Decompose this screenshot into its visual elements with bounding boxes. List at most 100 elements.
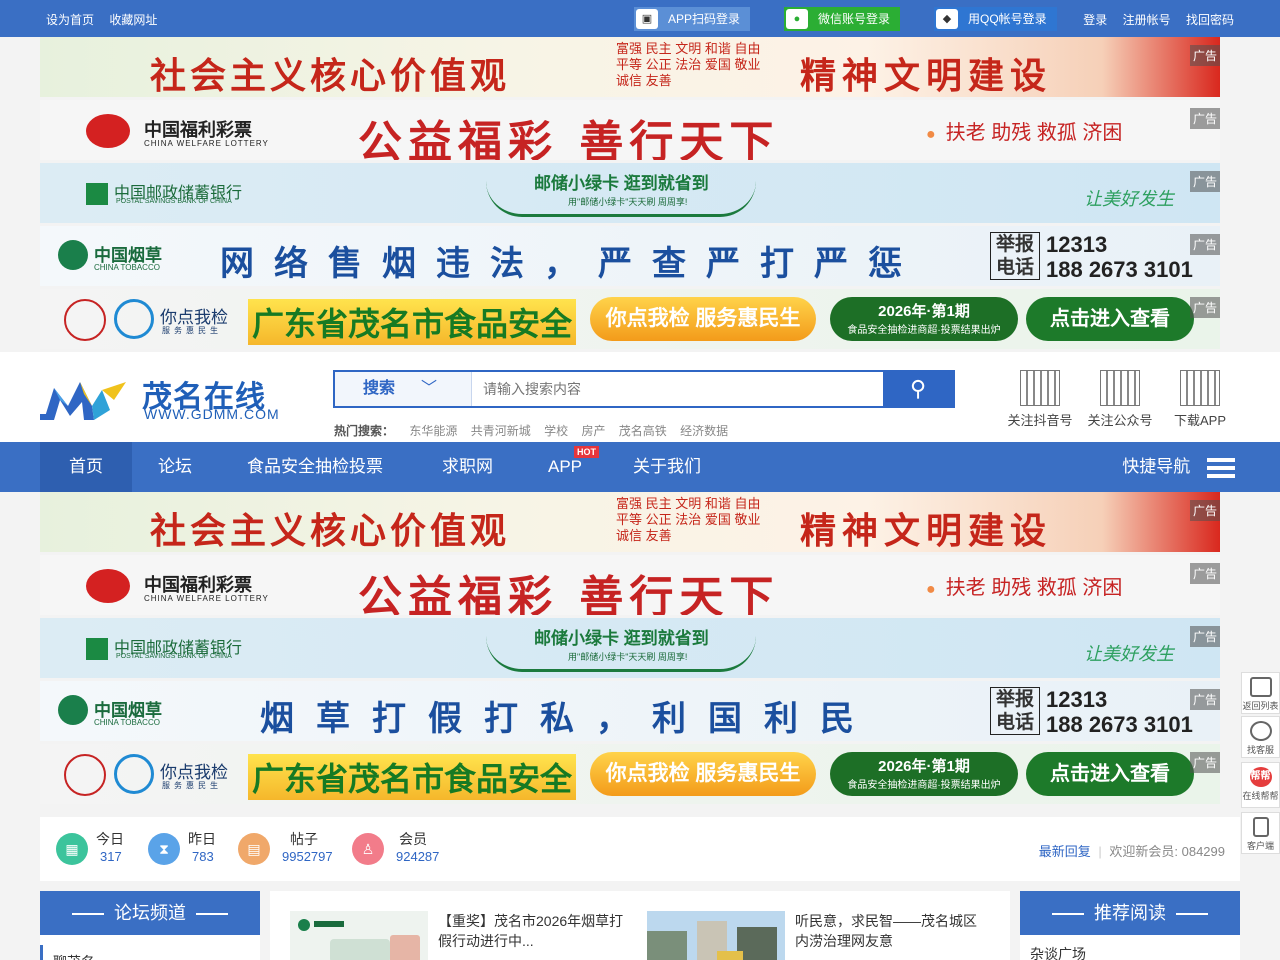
- document-icon: ▤: [238, 833, 270, 865]
- hot-search-item[interactable]: 茂名高铁: [619, 424, 667, 438]
- ad-tag: 广告: [1189, 45, 1220, 66]
- customer-service-button[interactable]: 找客服: [1241, 716, 1280, 758]
- set-home-link[interactable]: 设为首页: [46, 13, 94, 27]
- nav-forum[interactable]: 论坛: [158, 442, 192, 492]
- food-issue: 2026年·第1期 食品安全抽检进商超·投票结果出炉: [830, 297, 1018, 341]
- ad-tag: 广告: [1189, 297, 1220, 318]
- food-brand-sub: 服务惠民生: [162, 781, 222, 790]
- food-brand-sub: 服务惠民生: [162, 326, 222, 335]
- search-category-select[interactable]: 搜索 ﹀: [335, 372, 472, 406]
- lottery-right-text: 扶老 助残 救孤 济困: [926, 571, 1123, 600]
- qr-code-icon: [1180, 370, 1220, 406]
- list-icon: [1249, 677, 1272, 697]
- tobacco-slogan-2: 烟草打假打私，利国利民: [260, 700, 876, 738]
- tobacco-en: CHINA TOBACCO: [94, 718, 160, 727]
- side-label: 返回列表: [1242, 701, 1279, 711]
- hot-search-item[interactable]: 东华能源: [409, 424, 457, 438]
- login-link[interactable]: 登录: [1083, 13, 1107, 27]
- ad-welfare-lottery[interactable]: 中国福利彩票 CHINA WELFARE LOTTERY 公益福彩 善行天下 扶…: [40, 100, 1220, 160]
- hot-search-item[interactable]: 学校: [544, 424, 568, 438]
- hand-icon: [114, 754, 154, 794]
- qq-login-button[interactable]: ◆ 用QQ帐号登录: [934, 7, 1057, 31]
- nav-food-vote[interactable]: 食品安全抽检投票: [247, 442, 383, 492]
- news-thumbnail[interactable]: [647, 911, 785, 960]
- nav-about[interactable]: 关于我们: [633, 442, 701, 492]
- news-thumbnail[interactable]: [290, 911, 428, 960]
- search-button[interactable]: ⚲: [883, 372, 953, 406]
- stat-label: 帖子: [290, 831, 318, 847]
- ad-tag: 广告: [1189, 563, 1220, 584]
- postal-en: POSTAL SAVINGS BANK OF CHINA: [116, 653, 232, 660]
- search-input[interactable]: [475, 372, 883, 406]
- nav-home[interactable]: 首页: [40, 442, 132, 492]
- qq-login-label: 用QQ帐号登录: [968, 12, 1047, 26]
- postal-sub: 用"邮储小绿卡"天天刷 周周享!: [568, 652, 688, 662]
- channel-item[interactable]: 聊茂名: [40, 945, 260, 960]
- ad-china-tobacco-2[interactable]: 中国烟草 CHINA TOBACCO 烟草打假打私，利国利民 举报电话 1231…: [40, 681, 1220, 741]
- lottery-slogan: 公益福彩 善行天下: [358, 572, 780, 615]
- tobacco-tel: 12313 188 2673 3101: [1046, 232, 1193, 282]
- wechat-login-label: 微信账号登录: [818, 12, 891, 26]
- seal-icon: [64, 754, 106, 796]
- menu-icon: [1207, 457, 1235, 478]
- ad-values-slogan: 社会主义核心价值观: [150, 55, 511, 97]
- hourglass-icon: ⧗: [148, 833, 180, 865]
- ad-china-tobacco[interactable]: 中国烟草 CHINA TOBACCO 网络售烟违法，严查严打严惩 举报电话 12…: [40, 226, 1220, 286]
- calendar-icon: ▦: [56, 833, 88, 865]
- hand-icon: [114, 299, 154, 339]
- client-app-button[interactable]: 客户端: [1241, 812, 1280, 854]
- divider: |: [1098, 844, 1102, 859]
- douyin-qr[interactable]: 关注抖音号: [1004, 370, 1076, 429]
- search-category-label: 搜索: [363, 380, 396, 397]
- tobacco-slogan: 网络售烟违法，严查严打严惩: [220, 245, 922, 283]
- tobacco-logo-icon: [58, 240, 88, 270]
- ad-core-values-2[interactable]: 社会主义核心价值观 富强 民主 文明 和谐 自由 平等 公正 法治 爱国 敬业 …: [40, 492, 1220, 552]
- hot-search-label: 热门搜索：: [334, 424, 395, 438]
- news-title[interactable]: 听民意，求民智——茂名城区内涝治理网友意: [795, 911, 985, 951]
- ad-food-safety[interactable]: 你点我检 服务惠民生 广东省茂名市食品安全 你点我检 服务惠民生 2026年·第…: [40, 289, 1220, 349]
- hot-search-item[interactable]: 共青河新城: [471, 424, 531, 438]
- food-view-button[interactable]: 点击进入查看: [1026, 297, 1194, 341]
- content-columns: 论坛频道 聊茂名 【重奖】茂名市2026年烟草打假行动进行中... 听民意，求民…: [0, 891, 1280, 960]
- side-label: 找客服: [1246, 745, 1274, 755]
- download-app-qr[interactable]: 下载APP: [1164, 370, 1236, 429]
- tobacco-logo-icon: [58, 695, 88, 725]
- online-help-button[interactable]: 帮帮 在线帮帮: [1241, 762, 1280, 808]
- back-to-list-button[interactable]: 返回列表: [1241, 672, 1280, 714]
- stat-label: 今日: [96, 831, 124, 847]
- help-badge-icon: 帮帮: [1249, 767, 1272, 787]
- main-nav: 首页 论坛 食品安全抽检投票 求职网 APP HOT 关于我们 快捷导航: [0, 442, 1280, 492]
- ad-food-safety-2[interactable]: 你点我检 服务惠民生 广东省茂名市食品安全 你点我检 服务惠民生 2026年·第…: [40, 744, 1220, 804]
- ad-postal-bank-2[interactable]: 中国邮政储蓄银行 POSTAL SAVINGS BANK OF CHINA 邮储…: [40, 618, 1220, 678]
- wechat-login-button[interactable]: ● 微信账号登录: [784, 7, 901, 31]
- recover-password-link[interactable]: 找回密码: [1186, 13, 1234, 27]
- food-mid: 你点我检 服务惠民生: [590, 752, 816, 796]
- ad-welfare-lottery-2[interactable]: 中国福利彩票 CHINA WELFARE LOTTERY 公益福彩 善行天下 扶…: [40, 555, 1220, 615]
- nav-jobs[interactable]: 求职网: [442, 442, 493, 492]
- forum-stats: ▦ 今日 317 ⧗ 昨日 783 ▤ 帖子 9952797 ♙ 会员 9242…: [40, 817, 1240, 881]
- postal-en: POSTAL SAVINGS BANK OF CHINA: [116, 198, 232, 205]
- ad-postal-bank[interactable]: 中国邮政储蓄银行 POSTAL SAVINGS BANK OF CHINA 邮储…: [40, 163, 1220, 223]
- hot-search-item[interactable]: 房产: [581, 424, 605, 438]
- quick-nav-button[interactable]: 快捷导航: [1122, 442, 1235, 492]
- register-link[interactable]: 注册帐号: [1123, 13, 1171, 27]
- qq-icon: ◆: [936, 9, 958, 29]
- app-scan-login-button[interactable]: ▣ APP扫码登录: [634, 7, 751, 31]
- latest-replies-link[interactable]: 最新回复: [1039, 844, 1091, 859]
- hot-search-item[interactable]: 经济数据: [680, 424, 728, 438]
- bookmark-link[interactable]: 收藏网址: [109, 13, 157, 27]
- wechat-official-qr[interactable]: 关注公众号: [1084, 370, 1156, 429]
- hot-badge: HOT: [574, 446, 599, 458]
- food-issue-sub: 食品安全抽检进商超·投票结果出炉: [847, 780, 1001, 791]
- site-logo-icon[interactable]: [40, 370, 130, 422]
- ad-core-values[interactable]: 社会主义核心价值观 富强 民主 文明 和谐 自由 平等 公正 法治 爱国 敬业 …: [40, 37, 1220, 97]
- postal-slogan: 邮储小绿卡 逛到就省到: [534, 629, 709, 648]
- quick-nav-label: 快捷导航: [1122, 457, 1191, 476]
- food-view-button[interactable]: 点击进入查看: [1026, 752, 1194, 796]
- chevron-down-icon: ﹀: [421, 380, 438, 397]
- news-title[interactable]: 【重奖】茂名市2026年烟草打假行动进行中...: [438, 911, 628, 951]
- recommended-item[interactable]: 杂谈广场: [1020, 935, 1240, 960]
- qr-label: 关注抖音号: [1007, 413, 1073, 428]
- stat-value: 9952797: [282, 849, 333, 864]
- postal-right: 让美好发生: [1084, 189, 1174, 209]
